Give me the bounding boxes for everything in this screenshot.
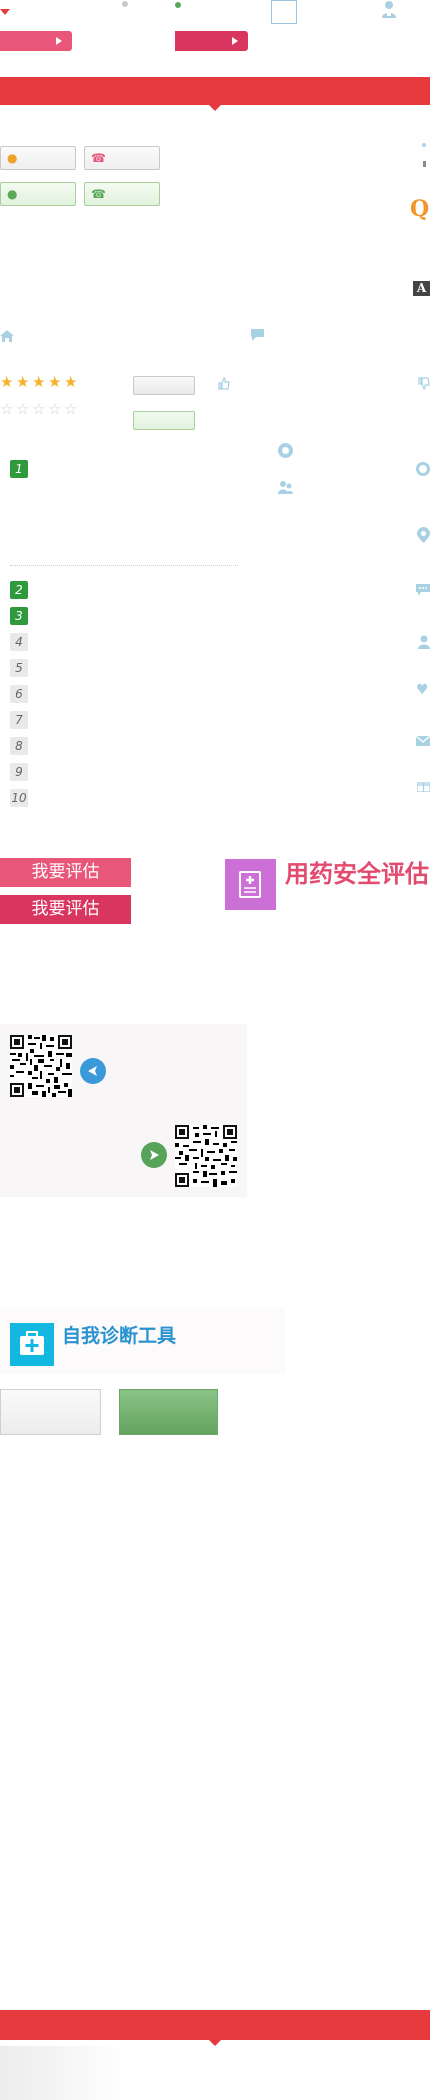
star-empty-icon[interactable]: ☆ <box>64 402 77 417</box>
rank-number: 9 <box>10 763 28 781</box>
star-filled-icon[interactable]: ★ <box>16 375 29 390</box>
header-bar-pointer <box>209 105 221 111</box>
star-empty-icon[interactable]: ☆ <box>32 402 45 417</box>
star-empty-icon[interactable]: ☆ <box>16 402 29 417</box>
home-icon <box>0 328 14 347</box>
star-empty-icon[interactable]: ☆ <box>48 402 61 417</box>
phone-field-focus[interactable]: ☎ <box>84 182 160 206</box>
star-filled-icon[interactable]: ★ <box>32 375 45 390</box>
stethoscope-icon <box>278 443 293 458</box>
doctor-avatar-icon <box>380 0 398 18</box>
star-empty-icon[interactable]: ☆ <box>0 402 13 417</box>
phone-icon: ☎ <box>91 187 106 201</box>
rank-number: 10 <box>10 789 28 807</box>
rank-number: 4 <box>10 633 28 651</box>
arrow-left-icon[interactable] <box>80 1058 106 1084</box>
gray-tile-button[interactable] <box>0 1389 101 1435</box>
qr-code-image <box>175 1125 237 1187</box>
rank-number: 5 <box>10 659 28 677</box>
dot-green-icon <box>175 2 181 8</box>
username-field[interactable]: ● <box>0 146 76 170</box>
play-button[interactable] <box>0 31 72 51</box>
qr-code-image <box>10 1035 72 1097</box>
font-size-icon: A <box>413 281 430 296</box>
message-icon <box>416 581 430 600</box>
group-icon <box>278 480 293 499</box>
qr-code-panel <box>0 1024 247 1197</box>
dotted-divider <box>10 565 238 566</box>
gift-icon <box>416 777 430 796</box>
user-icon: ● <box>7 187 18 201</box>
star-filled-icon[interactable]: ★ <box>0 375 13 390</box>
rank-number: 2 <box>10 581 28 599</box>
dot-gray-icon <box>122 1 128 7</box>
green-tile-button[interactable] <box>119 1389 218 1435</box>
small-button[interactable] <box>133 376 195 395</box>
username-field-focus[interactable]: ● <box>0 182 76 206</box>
phone-icon: ☎ <box>91 151 106 165</box>
search-icon: Q <box>410 196 430 222</box>
medical-kit-icon <box>10 1323 54 1366</box>
chat-icon <box>250 327 265 346</box>
heart-outline-icon: ♥ <box>416 682 429 698</box>
person-icon <box>418 634 430 653</box>
phone-field[interactable]: ☎ <box>84 146 160 170</box>
rank-number: 6 <box>10 685 28 703</box>
evaluate-button-hover[interactable]: 我要评估 <box>0 895 131 924</box>
small-dot-icon <box>422 143 426 147</box>
footer-bar <box>0 2010 430 2046</box>
rank-number: 1 <box>10 460 28 478</box>
banner-title: 用药安全评估 <box>285 859 429 888</box>
user-icon: ● <box>7 151 18 165</box>
small-button-active[interactable] <box>133 411 195 430</box>
rank-number: 7 <box>10 711 28 729</box>
small-dash-icon <box>423 161 426 167</box>
location-pin-icon <box>417 527 430 547</box>
medication-safety-banner[interactable]: 用药安全评估 <box>225 859 430 911</box>
star-filled-icon[interactable]: ★ <box>48 375 61 390</box>
diagnosis-title: 自我诊断工具 <box>62 1325 177 1347</box>
rank-number: 8 <box>10 737 28 755</box>
checkbox-frame[interactable] <box>271 0 297 24</box>
medical-record-icon <box>225 859 276 910</box>
thumbs-up-icon <box>218 375 230 394</box>
self-diagnosis-banner[interactable]: 自我诊断工具 <box>0 1308 285 1374</box>
footer-bar-pointer <box>209 2040 221 2046</box>
play-button-hover[interactable] <box>175 31 248 51</box>
star-filled-icon[interactable]: ★ <box>64 375 77 390</box>
header-bar <box>0 77 430 111</box>
heart-icon <box>0 0 10 15</box>
footer-gradient-panel <box>0 2046 127 2100</box>
thumbs-down-icon <box>418 375 430 394</box>
mail-icon <box>415 731 430 750</box>
evaluate-button[interactable]: 我要评估 <box>0 858 131 887</box>
rank-number: 3 <box>10 607 28 625</box>
arrow-right-icon[interactable] <box>141 1142 167 1168</box>
face-icon <box>416 462 430 476</box>
